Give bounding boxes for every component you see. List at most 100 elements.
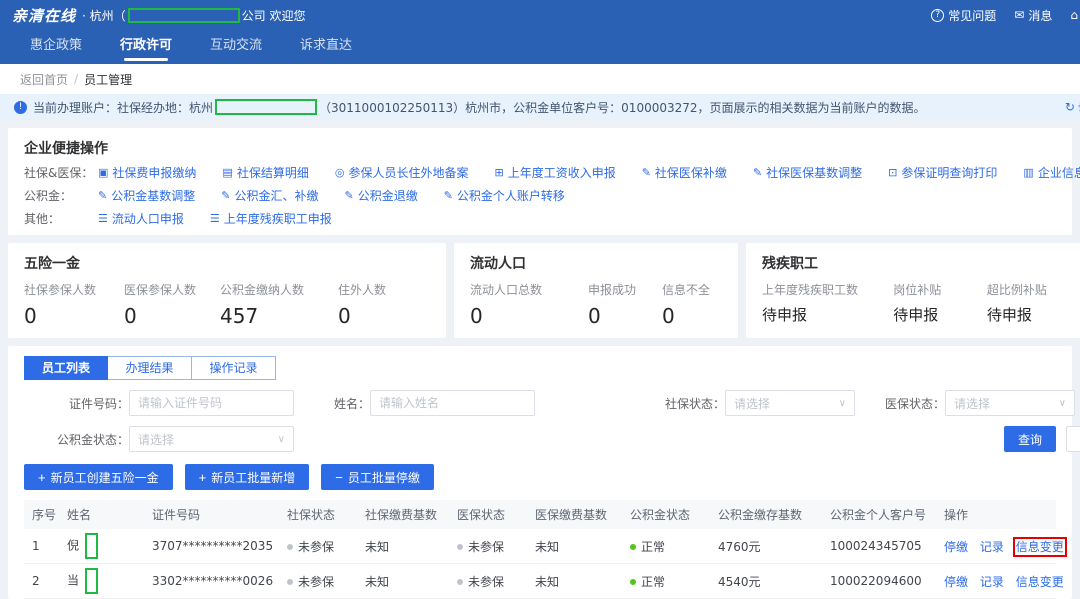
chart-icon: ▥ <box>1023 166 1033 179</box>
quick-link-remote-residence-record[interactable]: ◎参保人员长住外地备案 <box>335 164 469 181</box>
fund-account-cell: 100022094600 <box>822 564 936 599</box>
batch-stop-payment-button[interactable]: − 员工批量停缴 <box>321 464 434 490</box>
medical-status-select[interactable]: 请选择 ∨ <box>945 390 1075 416</box>
metric-fund-payers: 公积金缴纳人数 457 <box>220 281 338 328</box>
metric-over-ratio-subsidy: 超比例补贴 待申报 <box>987 281 1080 325</box>
nav-item-hudongjiaoliu[interactable]: 互动交流 <box>210 30 262 64</box>
quick-link-label: 上年度工资收入申报 <box>508 164 616 181</box>
employee-name-partial: 倪 <box>67 539 79 553</box>
nav-item-huiqizhengce[interactable]: 惠企政策 <box>30 30 82 64</box>
col-fund-base: 公积金缴存基数 <box>710 500 822 529</box>
name-cell: 当 <box>59 564 144 599</box>
metric-label: 公积金缴纳人数 <box>220 281 338 298</box>
quick-link-company-info-change[interactable]: ▥企业信息变更 <box>1023 164 1080 181</box>
info-change-link[interactable]: 信息变更 <box>1016 575 1064 589</box>
welcome-suffix: 公司 欢迎您 <box>242 7 306 24</box>
quick-link-social-settlement-detail[interactable]: ▤社保结算明细 <box>222 164 308 181</box>
nav-item-suqiuzhida[interactable]: 诉求直达 <box>300 30 352 64</box>
employee-panel: 员工列表 办理结果 操作记录 证件号码： 姓名： 社保状态： 请选择 ∨ 医保状… <box>8 346 1072 599</box>
metric-label: 岗位补贴 <box>893 281 987 298</box>
id-number-input[interactable] <box>129 390 294 416</box>
metric-value: 待申报 <box>893 304 987 325</box>
fund-base-cell: 4760元 <box>710 529 822 564</box>
create-five-insurances-button[interactable]: + 新员工创建五险一金 <box>24 464 173 490</box>
employee-name-partial: 当 <box>67 574 79 588</box>
social-status-select[interactable]: 请选择 ∨ <box>725 390 855 416</box>
quick-link-social-fee-declare[interactable]: ▣社保费申报缴纳 <box>98 164 196 181</box>
metric-label: 申报成功 <box>588 281 662 298</box>
status-text: 未参保 <box>298 540 334 554</box>
tab-employee-list[interactable]: 员工列表 <box>24 356 108 380</box>
metric-social-insured: 社保参保人数 0 <box>24 281 124 328</box>
unit-link[interactable]: ⌂ 单位 <box>1070 7 1080 24</box>
quick-link-disabled-staff-declare[interactable]: ☰上年度残疾职工申报 <box>210 210 332 227</box>
name-cell: 倪 <box>59 529 144 564</box>
breadcrumb: 返回首页 / 员工管理 <box>0 64 1080 94</box>
quick-link-label: 公积金汇、补缴 <box>234 187 318 204</box>
record-link[interactable]: 记录 <box>980 575 1004 589</box>
metric-value: 0 <box>24 304 124 328</box>
id-number-field: 证件号码： <box>54 390 294 416</box>
plus-icon: + <box>38 470 46 485</box>
quick-link-label: 公积金基数调整 <box>111 187 195 204</box>
nav-item-xingzhengxuke[interactable]: 行政许可 <box>120 30 172 64</box>
header-right-links: ? 常见问题 ✉ 消息 ⌂ 单位 <box>931 0 1080 30</box>
edit-icon: ✎ <box>642 166 651 179</box>
field-label: 证件号码： <box>54 395 129 412</box>
account-banner: ! 当前办理账户：社保经办地：杭州 （3011000102250113）杭州市，… <box>0 94 1080 120</box>
info-change-link[interactable]: 信息变更 <box>1016 540 1064 554</box>
quick-link-label: 社保医保基数调整 <box>766 164 862 181</box>
minus-icon: − <box>335 470 343 485</box>
medical-status-field: 医保状态： 请选择 ∨ <box>875 390 1075 416</box>
social-status-cell: 未参保 <box>279 529 357 564</box>
message-icon: ✉ <box>1014 8 1024 22</box>
quick-link-fund-refund[interactable]: ✎公积金退缴 <box>344 187 417 204</box>
messages-link[interactable]: ✉ 消息 <box>1014 7 1052 24</box>
quick-link-insurance-cert-print[interactable]: ⊡参保证明查询打印 <box>888 164 997 181</box>
edit-icon: ✎ <box>753 166 762 179</box>
quick-link-social-medical-base-adjust[interactable]: ✎ 社保医保基数调整 <box>753 164 862 181</box>
record-link[interactable]: 记录 <box>980 540 1004 554</box>
quick-links: ☰流动人口申报 ☰上年度残疾职工申报 <box>98 210 332 227</box>
chevron-down-icon: ∨ <box>839 398 846 409</box>
report-icon: ⊞ <box>494 166 503 179</box>
stop-payment-link[interactable]: 停缴 <box>944 575 968 589</box>
name-input[interactable] <box>370 390 535 416</box>
faq-link[interactable]: ? 常见问题 <box>931 7 996 24</box>
social-base-cell: 未知 <box>357 564 449 599</box>
metric-value: 0 <box>124 304 220 328</box>
tab-processing-results[interactable]: 办理结果 <box>108 356 192 380</box>
quick-link-fund-account-transfer[interactable]: ✎公积金个人账户转移 <box>444 187 565 204</box>
field-label: 医保状态： <box>875 395 945 412</box>
status-dot-green <box>630 579 636 585</box>
quick-link-fund-remit-repay[interactable]: ✎ 公积金汇、补缴 <box>221 187 318 204</box>
metric-out-of-town: 住外人数 0 <box>338 281 418 328</box>
switch-account-link[interactable]: ↻ 切 <box>1059 94 1080 120</box>
medical-base-cell: 未知 <box>527 529 622 564</box>
faq-label: 常见问题 <box>948 7 996 24</box>
edit-icon: ✎ <box>221 189 230 202</box>
quick-links: ▣社保费申报缴纳 ▤社保结算明细 ◎参保人员长住外地备案 ⊞上年度工资收入申报 … <box>98 164 1080 181</box>
stat-card-five-insurances: 五险一金 社保参保人数 0 医保参保人数 0 公积金缴纳人数 457 住外人数 … <box>8 243 446 338</box>
redaction-box <box>85 568 98 594</box>
quick-link-social-medical-repay[interactable]: ✎社保医保补缴 <box>642 164 727 181</box>
stop-payment-link[interactable]: 停缴 <box>944 540 968 554</box>
status-text: 正常 <box>641 540 665 554</box>
quick-link-fund-base-adjust[interactable]: ✎公积金基数调整 <box>98 187 195 204</box>
back-home-link[interactable]: 返回首页 <box>20 71 68 88</box>
quick-link-salary-income-declare[interactable]: ⊞ 上年度工资收入申报 <box>494 164 615 181</box>
batch-add-employees-button[interactable]: + 新员工批量新增 <box>185 464 310 490</box>
quick-ops-row-other: 其他： ☰流动人口申报 ☰上年度残疾职工申报 <box>24 210 1056 227</box>
metric-label: 信息不全 <box>662 281 722 298</box>
quick-ops-row-fund: 公积金： ✎公积金基数调整 ✎公积金汇、补缴 ✎公积金退缴 ✎公积金个人账户转移 <box>24 187 1056 204</box>
fund-account-cell: 100024345705 <box>822 529 936 564</box>
quick-ops-row-social: 社保&医保： ▣社保费申报缴纳 ▤社保结算明细 ◎参保人员长住外地备案 ⊞上年度… <box>24 164 1056 181</box>
query-button[interactable]: 查询 <box>1004 426 1056 452</box>
reset-button[interactable]: 重置 <box>1066 426 1080 452</box>
quick-link-migrant-population-declare[interactable]: ☰流动人口申报 <box>98 210 184 227</box>
id-number-cell: 3707**********2035 <box>144 529 279 564</box>
fund-status-select[interactable]: 请选择 ∨ <box>129 426 294 452</box>
select-placeholder: 请选择 <box>138 431 174 448</box>
tab-operation-log[interactable]: 操作记录 <box>192 356 276 380</box>
col-medical-base: 医保缴费基数 <box>527 500 622 529</box>
